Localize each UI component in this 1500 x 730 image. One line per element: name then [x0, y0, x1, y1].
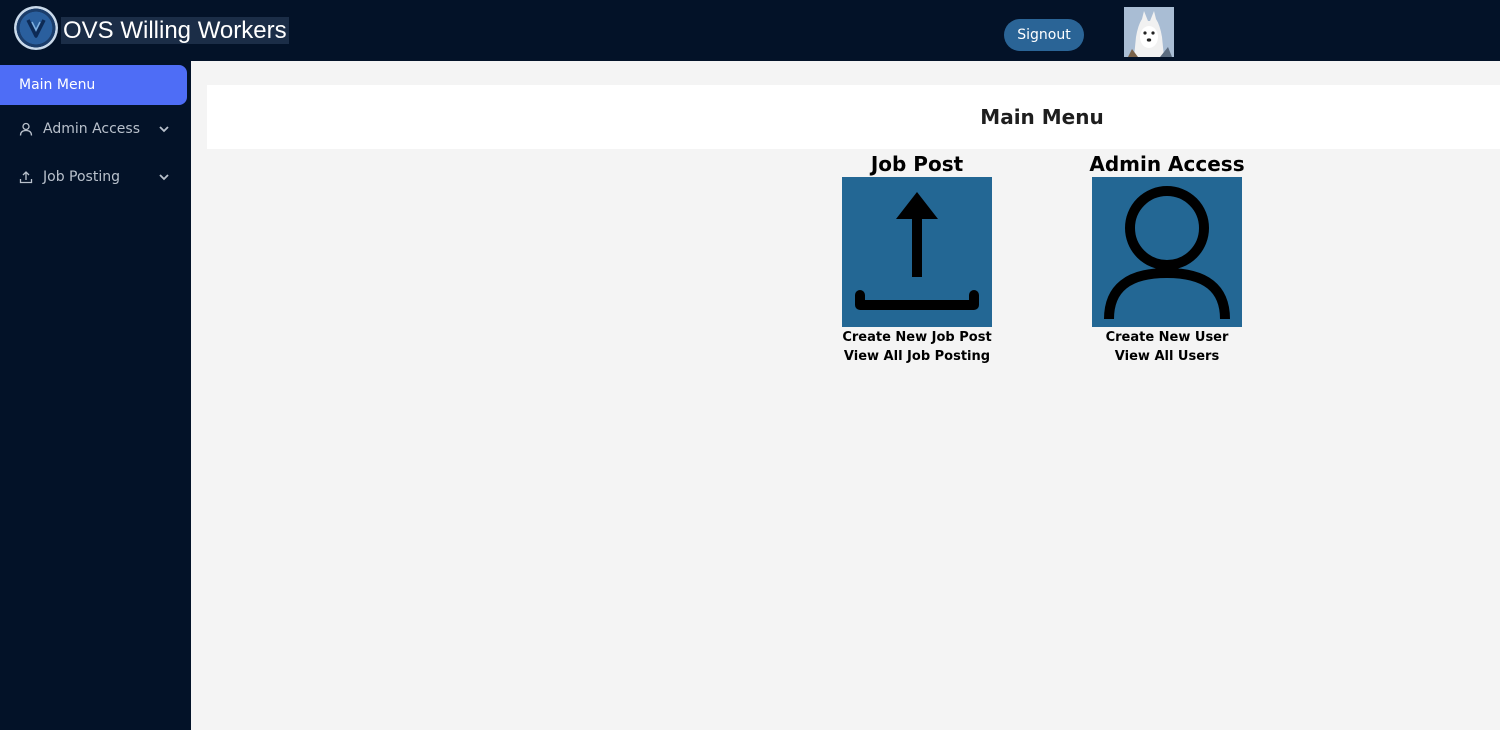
create-new-job-post-link[interactable]: Create New Job Post [817, 328, 1017, 347]
page-title: Main Menu [980, 105, 1104, 129]
user-icon[interactable] [1092, 177, 1242, 327]
page-title-card: Main Menu [207, 85, 1500, 149]
sidebar-item-label: Main Menu [19, 77, 96, 93]
user-icon [19, 122, 33, 136]
signout-button[interactable]: Signout [1004, 19, 1084, 51]
tile-admin-access: Admin Access Create New User View All Us… [1067, 152, 1267, 366]
chevron-down-icon[interactable] [158, 171, 170, 183]
upload-icon [19, 170, 33, 184]
ovs-logo-icon[interactable] [14, 6, 58, 50]
tile-title: Job Post [870, 152, 964, 176]
app-title: OVS Willing Workers [61, 17, 289, 44]
sidebar: Main Menu Admin Access Job Posting [0, 61, 191, 730]
create-new-user-link[interactable]: Create New User [1067, 328, 1267, 347]
tile-title: Admin Access [1089, 152, 1245, 176]
upload-icon[interactable] [842, 177, 992, 327]
chevron-down-icon[interactable] [158, 123, 170, 135]
sidebar-item-main-menu[interactable]: Main Menu [0, 65, 187, 105]
sidebar-item-job-posting[interactable]: Job Posting [0, 157, 187, 197]
sidebar-item-label: Admin Access [43, 121, 140, 137]
view-all-job-posting-link[interactable]: View All Job Posting [817, 347, 1017, 366]
tile-job-post: Job Post Create New Job Post View All Jo… [817, 152, 1017, 366]
sidebar-item-admin-access[interactable]: Admin Access [0, 109, 187, 149]
view-all-users-link[interactable]: View All Users [1067, 347, 1267, 366]
husky-avatar-icon[interactable] [1124, 7, 1174, 57]
sidebar-item-label: Job Posting [43, 169, 120, 185]
top-header: OVS Willing Workers Signout [0, 0, 1500, 61]
